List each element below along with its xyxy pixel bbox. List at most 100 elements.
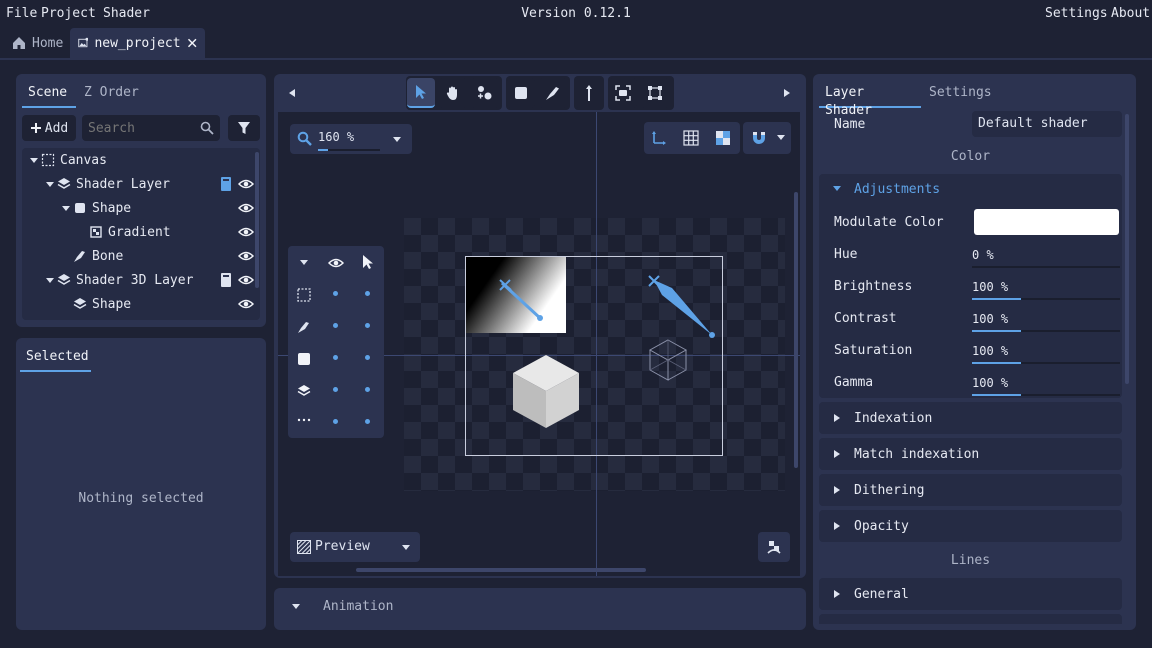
search-input[interactable] bbox=[88, 119, 192, 137]
viewport-h-scrollbar[interactable] bbox=[356, 568, 646, 572]
toggle-dot[interactable] bbox=[333, 387, 338, 392]
shape-tool-button[interactable] bbox=[507, 78, 535, 108]
eye-icon[interactable] bbox=[238, 224, 254, 240]
bone-tool-button[interactable] bbox=[539, 78, 567, 108]
tree-item-shape-3d[interactable]: Shape bbox=[22, 292, 254, 316]
scroll-right-icon[interactable] bbox=[783, 88, 791, 98]
tab-z-order[interactable]: Z Order bbox=[78, 84, 145, 108]
eye-icon[interactable] bbox=[238, 176, 254, 192]
chevron-down-icon[interactable] bbox=[45, 179, 55, 189]
properties-scrollbar[interactable] bbox=[1125, 114, 1129, 384]
scroll-left-icon[interactable] bbox=[288, 88, 296, 98]
toggle-dot[interactable] bbox=[333, 291, 338, 296]
zoom-slider[interactable] bbox=[318, 149, 380, 151]
bone-shape[interactable] bbox=[640, 268, 720, 348]
cursor-arrow-icon[interactable] bbox=[362, 254, 374, 270]
axis-gizmo-icon[interactable] bbox=[651, 130, 667, 146]
layers-icon[interactable] bbox=[297, 384, 311, 398]
eye-icon[interactable] bbox=[238, 272, 254, 288]
grid-icon[interactable] bbox=[683, 130, 699, 146]
add-node-button[interactable]: Add bbox=[22, 115, 76, 141]
toggle-dot[interactable] bbox=[365, 323, 370, 328]
section-opacity[interactable]: Opacity bbox=[819, 510, 1122, 542]
transform-box-tool-button[interactable] bbox=[641, 78, 669, 108]
tree-item-bone[interactable]: Bone bbox=[22, 244, 254, 268]
pivot-tool-button[interactable] bbox=[575, 78, 603, 108]
toggle-dot[interactable] bbox=[365, 291, 370, 296]
section-match-indexation[interactable]: Match indexation bbox=[819, 438, 1122, 470]
tree-item-shader-3d-layer[interactable]: Shader 3D Layer bbox=[22, 268, 254, 292]
animation-panel[interactable]: Animation bbox=[274, 588, 806, 630]
tree-item-gradient[interactable]: Gradient bbox=[22, 220, 254, 244]
select-tool-button[interactable] bbox=[407, 78, 435, 108]
square-shape-icon[interactable] bbox=[297, 352, 311, 366]
hue-value[interactable]: 0 % bbox=[972, 248, 994, 262]
shader-file-icon[interactable] bbox=[220, 176, 232, 192]
brightness-slider[interactable] bbox=[972, 298, 1120, 300]
tab-shader-settings[interactable]: Settings bbox=[923, 84, 998, 108]
section-lines-general[interactable]: General bbox=[819, 578, 1122, 610]
bone-icon[interactable] bbox=[297, 320, 311, 334]
checkerboard-icon[interactable] bbox=[715, 130, 731, 146]
tab-layer-shader[interactable]: Layer Shader bbox=[819, 84, 921, 118]
menu-about[interactable]: About bbox=[1111, 6, 1150, 21]
filter-button[interactable] bbox=[228, 115, 260, 141]
zoom-control[interactable]: 160 % bbox=[290, 124, 412, 154]
tree-scrollbar[interactable] bbox=[255, 152, 259, 288]
eye-icon[interactable] bbox=[238, 296, 254, 312]
close-icon[interactable] bbox=[187, 36, 197, 50]
gamma-slider[interactable] bbox=[972, 394, 1120, 396]
section-dithering[interactable]: Dithering bbox=[819, 474, 1122, 506]
toggle-dot[interactable] bbox=[365, 419, 370, 424]
adjustments-header[interactable]: Adjustments bbox=[819, 174, 1122, 204]
menu-shader[interactable]: Shader bbox=[103, 6, 150, 21]
viewport-v-scrollbar[interactable] bbox=[794, 192, 798, 468]
eye-icon[interactable] bbox=[238, 248, 254, 264]
contrast-slider[interactable] bbox=[972, 330, 1120, 332]
cube-3d-shape[interactable] bbox=[510, 352, 582, 432]
modulate-color-swatch[interactable] bbox=[974, 209, 1119, 235]
chevron-down-icon[interactable] bbox=[61, 203, 71, 213]
saturation-slider[interactable] bbox=[972, 362, 1120, 364]
mask-toggle-button[interactable] bbox=[758, 532, 790, 562]
menu-settings[interactable]: Settings bbox=[1045, 6, 1108, 21]
eye-icon[interactable] bbox=[328, 256, 344, 270]
hue-slider[interactable] bbox=[972, 266, 1120, 268]
chevron-down-icon[interactable] bbox=[45, 275, 55, 285]
toggle-dot[interactable] bbox=[365, 355, 370, 360]
menu-file[interactable]: File bbox=[6, 6, 37, 21]
toggle-dot[interactable] bbox=[333, 355, 338, 360]
section-indexation[interactable]: Indexation bbox=[819, 402, 1122, 434]
contrast-value[interactable]: 100 % bbox=[972, 312, 1008, 326]
toggle-dot[interactable] bbox=[333, 323, 338, 328]
chevron-down-icon[interactable] bbox=[392, 136, 402, 144]
menu-project[interactable]: Project bbox=[41, 6, 96, 21]
search-box[interactable] bbox=[82, 115, 220, 141]
preview-dropdown[interactable]: Preview bbox=[290, 532, 420, 562]
chevron-down-icon[interactable] bbox=[29, 155, 39, 165]
tab-home[interactable]: Home bbox=[4, 28, 71, 58]
add-point-tool-button[interactable] bbox=[471, 78, 499, 108]
more-dots-icon[interactable] bbox=[297, 418, 311, 422]
shader-file-icon[interactable] bbox=[220, 272, 232, 288]
chevron-down-icon[interactable] bbox=[776, 134, 786, 142]
toggle-dot[interactable] bbox=[365, 387, 370, 392]
snap-control[interactable] bbox=[743, 122, 791, 154]
toggle-dot[interactable] bbox=[333, 419, 338, 424]
tab-selected[interactable]: Selected bbox=[20, 348, 91, 372]
tree-item-shape[interactable]: Shape bbox=[22, 196, 254, 220]
tree-item-shader-layer[interactable]: Shader Layer bbox=[22, 172, 254, 196]
saturation-value[interactable]: 100 % bbox=[972, 344, 1008, 358]
selection-box-icon[interactable] bbox=[297, 288, 311, 302]
name-field[interactable]: Default shader bbox=[972, 111, 1122, 137]
tab-scene[interactable]: Scene bbox=[22, 84, 76, 108]
wireframe-cube-shape[interactable] bbox=[646, 338, 690, 382]
frame-tool-button[interactable] bbox=[609, 78, 637, 108]
tab-project[interactable]: new_project bbox=[70, 28, 205, 58]
pan-tool-button[interactable] bbox=[439, 78, 467, 108]
chevron-down-icon[interactable] bbox=[299, 259, 309, 267]
chevron-down-icon[interactable] bbox=[291, 603, 301, 611]
eye-icon[interactable] bbox=[238, 200, 254, 216]
gradient-bone[interactable] bbox=[466, 257, 566, 333]
brightness-value[interactable]: 100 % bbox=[972, 280, 1008, 294]
